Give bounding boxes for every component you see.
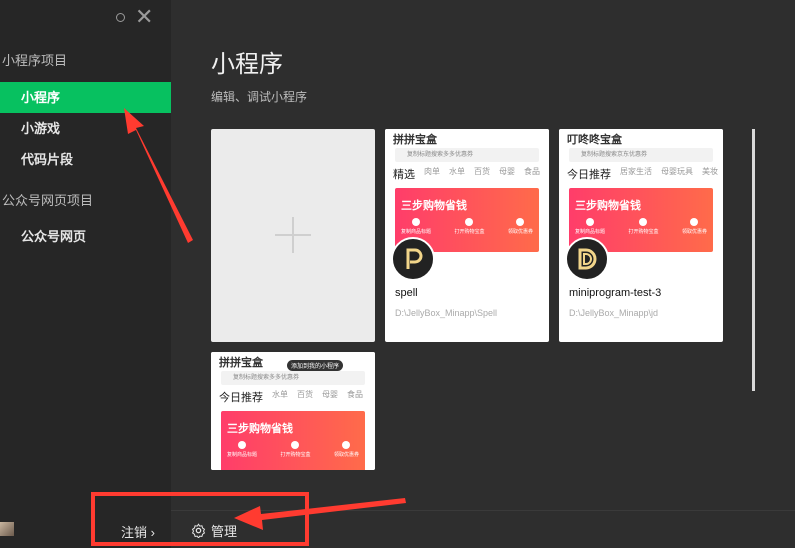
annotation-overlay <box>91 108 406 546</box>
annotation-box <box>91 492 309 546</box>
annotation-arrow-left <box>234 498 406 530</box>
annotation-arrow-up <box>124 108 193 243</box>
